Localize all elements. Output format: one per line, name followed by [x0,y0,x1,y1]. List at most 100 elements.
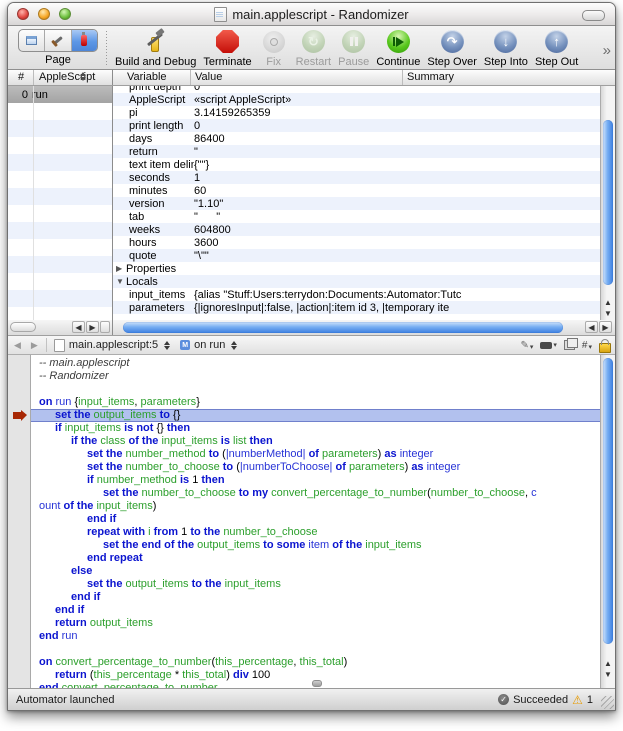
stack-row[interactable]: 0run [8,86,112,103]
variable-row[interactable]: hours3600 [113,236,600,249]
code-line[interactable]: ount of the input_items) [31,500,600,513]
toolbar-button-continue[interactable]: Continue [376,29,420,68]
warning-count[interactable]: 1 [587,694,593,706]
variable-row[interactable]: tab" " [113,210,600,223]
warning-icon[interactable]: ⚠ [572,693,583,707]
segment-debug[interactable] [72,30,97,51]
scrollbar-thumb[interactable] [123,322,563,333]
disclosure-expanded-icon[interactable]: ▼ [116,277,124,286]
file-popup[interactable]: main.applescript:5 [51,339,173,352]
variable-row[interactable]: print length0 [113,119,600,132]
issues-menu-button[interactable]: #▾ [582,340,592,351]
execution-pointer-icon[interactable] [13,412,21,419]
code-line[interactable]: if number_method is 1 then [31,474,600,487]
code-line[interactable]: -- main.applescript [31,357,600,370]
variable-row[interactable]: version"1.10" [113,197,600,210]
code-line[interactable]: if the class of the input_items is list … [31,435,600,448]
history-forward-icon[interactable]: ▶ [31,340,42,351]
variable-row[interactable]: print depth0 [113,86,600,93]
variable-row[interactable]: weeks604800 [113,223,600,236]
toolbar-toggle-button[interactable] [582,10,605,21]
split-handle[interactable] [312,680,322,687]
variable-row[interactable]: quote"\"" [113,249,600,262]
code-line[interactable] [31,643,600,656]
close-button[interactable] [17,8,29,20]
variable-row[interactable]: input_items{alias "Stuff:Users:terrydon:… [113,288,600,301]
toolbar-button-build-and-debug[interactable]: Build and Debug [115,29,196,68]
toolbar-button-step-out[interactable]: ↑Step Out [535,29,578,68]
variable-row[interactable]: days86400 [113,132,600,145]
pane-splitter-button[interactable] [100,321,110,333]
code-line[interactable]: end if [31,591,600,604]
column-header-value[interactable]: Value [195,71,222,83]
scroll-left-arrow[interactable]: ◀ [585,321,598,333]
editor-vertical-scrollbar[interactable]: ▲ ▼ [600,355,615,688]
column-header-stack[interactable]: AppleScript [39,71,95,83]
history-back-icon[interactable]: ◀ [14,340,25,351]
zoom-button[interactable] [59,8,71,20]
scroll-down-arrow[interactable]: ▼ [604,308,612,319]
variable-row[interactable]: AppleScript«script AppleScript» [113,93,600,106]
code-line[interactable]: set the output_items to the input_items [31,578,600,591]
scroll-right-arrow[interactable]: ▶ [599,321,612,333]
current-execution-line[interactable]: set the output_items to {} [31,409,600,422]
minimize-button[interactable] [38,8,50,20]
variable-row[interactable]: parameters{|ignoresInput|:false, |action… [113,301,600,314]
editor-gutter[interactable] [8,355,31,688]
stack-horizontal-scrollbar[interactable]: ◀ ▶ [8,320,113,335]
code-editor[interactable]: -- main.applescript-- Randomizer on run {… [8,355,615,688]
column-header-num[interactable]: # [18,71,24,83]
scrollbar-thumb[interactable] [10,322,36,332]
code-line[interactable]: repeat with i from 1 to the number_to_ch… [31,526,600,539]
build-succeeded-icon[interactable]: ✓ [498,694,509,705]
segment-editor[interactable] [19,30,45,51]
code-line[interactable]: end if [31,604,600,617]
edit-menu-button[interactable]: ✎▾ [521,340,534,351]
scroll-down-arrow[interactable]: ▼ [604,669,612,680]
variable-row[interactable]: ▶Properties [113,262,600,275]
code-line[interactable]: if input_items is not {} then [31,422,600,435]
scroll-up-arrow[interactable]: ▲ [604,658,612,669]
pane-divider[interactable] [112,70,113,85]
scope-popup[interactable]: M on run [177,339,240,351]
variables-horizontal-scrollbar[interactable]: ◀ ▶ [113,320,615,335]
code-line[interactable]: end if [31,513,600,526]
sort-indicator-icon[interactable] [80,72,86,81]
toolbar-overflow-chevron[interactable]: » [603,42,611,59]
scrollbar-thumb[interactable] [603,358,613,644]
code-line[interactable]: set the number_method to (|numberMethod|… [31,448,600,461]
bookmark-menu-button[interactable]: ▾ [540,341,557,349]
toolbar-button-terminate[interactable]: Terminate [203,29,251,68]
code-line[interactable]: set the end of the output_items to some … [31,539,600,552]
code-line[interactable]: on run {input_items, parameters} [31,396,600,409]
code-line[interactable]: end repeat [31,552,600,565]
segment-build[interactable] [45,30,71,51]
code-line[interactable]: on convert_percentage_to_number(this_per… [31,656,600,669]
column-header-summary[interactable]: Summary [407,71,454,83]
scroll-up-arrow[interactable]: ▲ [604,297,612,308]
code-line[interactable]: else [31,565,600,578]
variables-vertical-scrollbar[interactable]: ▲ ▼ [600,86,615,320]
resize-grip[interactable] [601,696,614,709]
code-line[interactable]: return output_items [31,617,600,630]
lock-icon[interactable] [599,343,611,353]
code-line[interactable]: set the number_to_choose to (|numberToCh… [31,461,600,474]
toolbar-button-step-over[interactable]: ↷Step Over [427,29,477,68]
disclosure-collapsed-icon[interactable]: ▶ [116,264,124,273]
code-line[interactable]: end run [31,630,600,643]
column-header-variable[interactable]: Variable [127,71,167,83]
toolbar-button-step-into[interactable]: ↓Step Into [484,29,528,68]
variable-row[interactable]: return" [113,145,600,158]
scrollbar-thumb[interactable] [603,120,613,285]
variable-row[interactable]: minutes60 [113,184,600,197]
code-line[interactable]: -- Randomizer [31,370,600,383]
variable-row[interactable]: seconds1 [113,171,600,184]
variable-row[interactable]: text item delimi{""} [113,158,600,171]
variable-row[interactable]: pi3.14159265359 [113,106,600,119]
scroll-right-arrow[interactable]: ▶ [86,321,99,333]
variable-row[interactable]: ▼Locals [113,275,600,288]
title-bar[interactable]: main.applescript - Randomizer [8,3,615,26]
code-line[interactable]: set the number_to_choose to my convert_p… [31,487,600,500]
counterpart-button[interactable] [564,340,575,350]
scroll-left-arrow[interactable]: ◀ [72,321,85,333]
